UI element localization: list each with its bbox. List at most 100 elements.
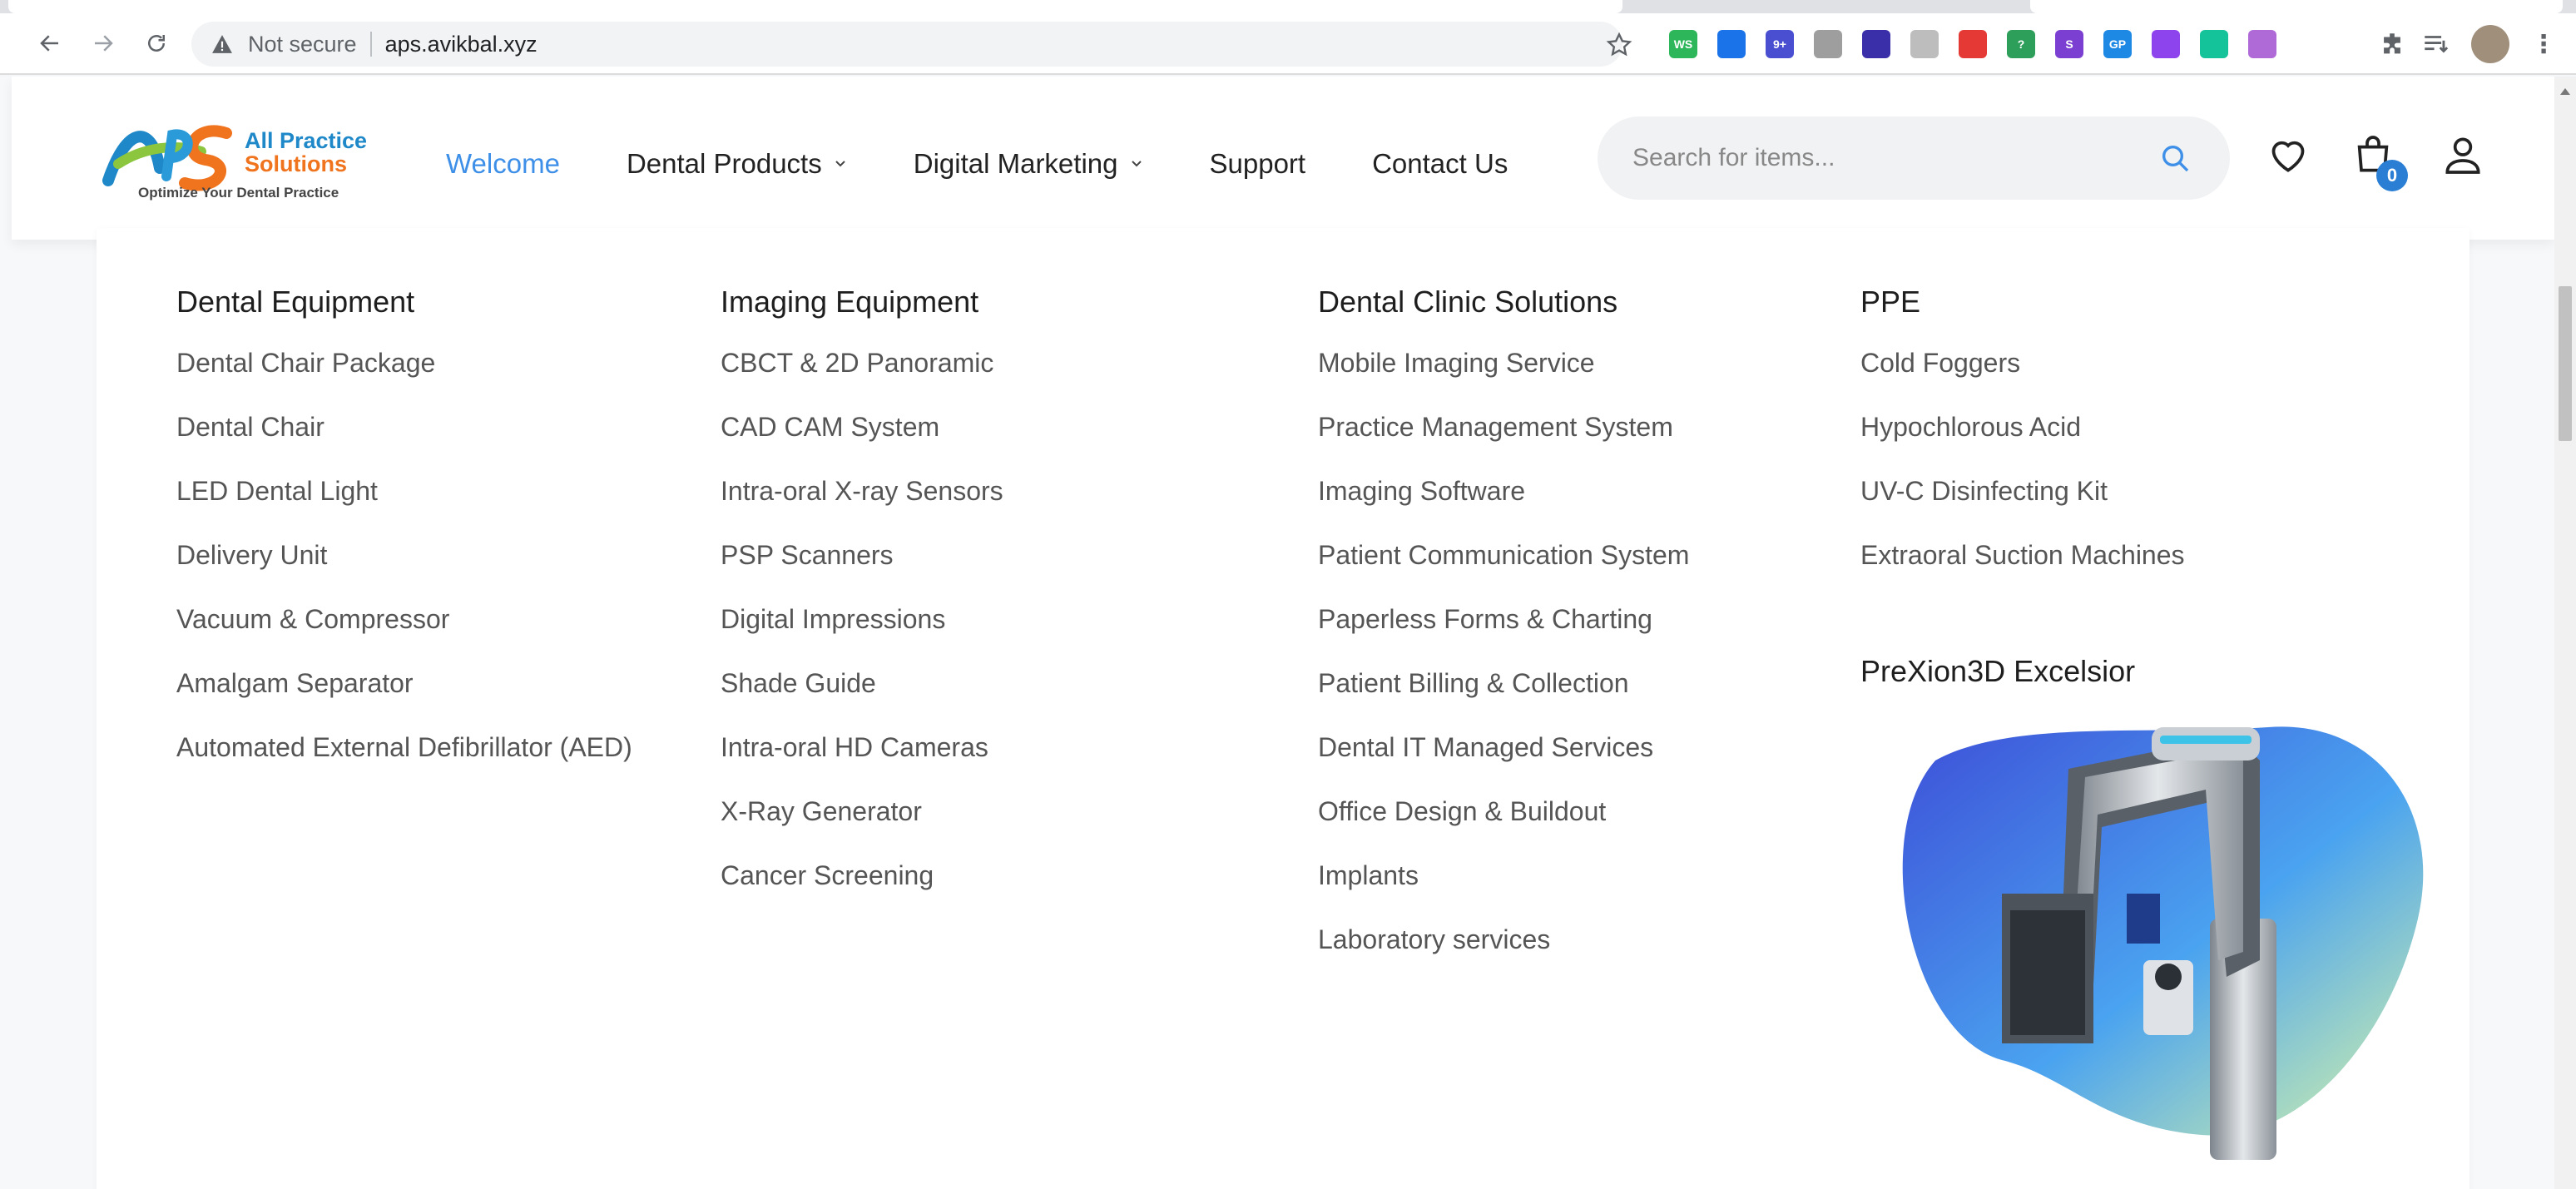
menu-link[interactable]: Dental Chair — [176, 412, 632, 476]
pen-extension-icon[interactable] — [2248, 30, 2276, 58]
menu-column-ppe: PPE Cold Foggers Hypochlorous Acid UV-C Di… — [1860, 285, 2185, 604]
profile-avatar[interactable] — [2471, 25, 2509, 63]
menu-kebab-icon[interactable]: ⋮ — [2529, 30, 2558, 58]
menu-column-title: Dental Clinic Solutions — [1318, 285, 1618, 319]
menu-link-list: Dental Chair Package Dental Chair LED Dent… — [176, 348, 632, 796]
address-bar[interactable]: Not secure aps.avikbal.xyz — [191, 22, 1622, 67]
badge-extension-icon[interactable]: 9+ — [1766, 30, 1794, 58]
menu-link[interactable]: Automated External Defibrillator (AED) — [176, 732, 632, 796]
menu-column-title: PPE — [1860, 285, 1921, 319]
url-text: aps.avikbal.xyz — [384, 31, 537, 57]
menu-link[interactable]: Cancer Screening — [721, 860, 1003, 924]
nav-item-dental-products[interactable]: Dental Products — [627, 148, 847, 180]
grey-extension-icon[interactable] — [1814, 30, 1842, 58]
nav-item-label: Dental Products — [626, 148, 822, 179]
menu-link[interactable]: Delivery Unit — [176, 540, 632, 604]
menu-link[interactable]: Digital Impressions — [721, 604, 1003, 668]
menu-link-list: Cold Foggers Hypochlorous Acid UV-C Disinf… — [1860, 348, 2185, 604]
menu-link[interactable]: Hypochlorous Acid — [1860, 412, 2185, 476]
brand-tagline: Optimize Your Dental Practice — [138, 185, 339, 201]
browser-tab[interactable] — [2030, 0, 2563, 13]
menu-link[interactable]: Dental IT Managed Services — [1318, 732, 1689, 796]
site-header: All Practice Solutions Optimize Your Den… — [12, 77, 2554, 240]
gp-extension-icon[interactable]: GP — [2103, 30, 2132, 58]
s-extension-icon[interactable] — [1862, 30, 1890, 58]
chevron-down-icon — [835, 161, 845, 167]
tab-strip — [0, 0, 2576, 13]
menu-link[interactable]: LED Dental Light — [176, 476, 632, 540]
featured-product-title[interactable]: PreXion3D Excelsior — [1860, 654, 2135, 689]
security-label: Not secure — [248, 31, 357, 57]
extensions-puzzle-icon[interactable] — [2378, 30, 2406, 58]
menu-column-dental-clinic-solutions: Dental Clinic Solutions Mobile Imaging S… — [1318, 285, 1689, 988]
main-navigation: Welcome Dental Products Digital Marketin… — [446, 143, 1574, 185]
page-content: All Practice Solutions Optimize Your Den… — [0, 77, 2576, 1189]
nav-item-support[interactable]: Support — [1210, 148, 1306, 180]
browser-tab[interactable] — [8, 0, 1622, 13]
nav-item-digital-marketing[interactable]: Digital Marketing — [914, 148, 1143, 180]
search-icon[interactable] — [2158, 141, 2192, 175]
menu-link[interactable]: Imaging Software — [1318, 476, 1689, 540]
chevron-down-icon — [1131, 161, 1142, 167]
menu-link[interactable]: Shade Guide — [721, 668, 1003, 732]
page-scrollbar[interactable] — [2554, 77, 2576, 1189]
s-purple-extension-icon[interactable]: S — [2055, 30, 2083, 58]
puzzle-badge-extension-icon[interactable]: ? — [2007, 30, 2035, 58]
menu-link[interactable]: Extraoral Suction Machines — [1860, 540, 2185, 604]
menu-link-list: CBCT & 2D Panoramic CAD CAM System Intra-o… — [721, 348, 1003, 924]
menu-column-title: Imaging Equipment — [721, 285, 979, 319]
grammarly-extension-icon[interactable] — [2200, 30, 2228, 58]
check-extension-icon[interactable] — [1717, 30, 1746, 58]
menu-link[interactable]: Mobile Imaging Service — [1318, 348, 1689, 412]
menu-link[interactable]: Laboratory services — [1318, 924, 1689, 988]
scrollbar-thumb[interactable] — [2559, 286, 2572, 441]
search-input[interactable]: Search for items... — [1632, 144, 1835, 172]
menu-link[interactable]: Intra-oral X-ray Sensors — [721, 476, 1003, 540]
warning-icon — [212, 35, 232, 53]
menu-link[interactable]: Implants — [1318, 860, 1689, 924]
menu-link[interactable]: PSP Scanners — [721, 540, 1003, 604]
cart-count-badge: 0 — [2376, 160, 2408, 191]
menu-link[interactable]: Vacuum & Compressor — [176, 604, 632, 668]
reload-button[interactable] — [138, 25, 175, 62]
menu-link[interactable]: Dental Chair Package — [176, 348, 632, 412]
menu-column-title: Dental Equipment — [176, 285, 415, 319]
arrow-right-icon — [95, 35, 113, 52]
back-button[interactable] — [32, 25, 68, 62]
nav-item-contact-us[interactable]: Contact Us — [1372, 148, 1508, 180]
o-extension-icon[interactable] — [1959, 30, 1987, 58]
bookmark-star-icon[interactable] — [1606, 32, 1632, 58]
forward-button[interactable] — [85, 25, 121, 62]
tick-extension-icon[interactable] — [2152, 30, 2180, 58]
menu-link[interactable]: Intra-oral HD Cameras — [721, 732, 1003, 796]
nav-item-label: Support — [1209, 148, 1306, 179]
menu-link[interactable]: Cold Foggers — [1860, 348, 2185, 412]
browser-chrome: Not secure aps.avikbal.xyz WS 9+? S GP ⋮ — [0, 0, 2576, 75]
menu-link[interactable]: Practice Management System — [1318, 412, 1689, 476]
reload-icon — [148, 35, 165, 52]
menu-link[interactable]: Amalgam Separator — [176, 668, 632, 732]
menu-link[interactable]: Patient Billing & Collection — [1318, 668, 1689, 732]
reading-list-icon[interactable] — [2421, 30, 2450, 58]
wishlist-heart-icon[interactable] — [2265, 131, 2311, 178]
nav-item-welcome[interactable]: Welcome — [446, 148, 560, 180]
nav-item-label: Contact Us — [1372, 148, 1508, 179]
ws-extension-icon[interactable]: WS — [1669, 30, 1697, 58]
arrow-left-icon — [40, 35, 58, 52]
menu-link[interactable]: CBCT & 2D Panoramic — [721, 348, 1003, 412]
brand-name-line1: All Practice — [245, 128, 368, 153]
menu-link[interactable]: X-Ray Generator — [721, 796, 1003, 860]
menu-link[interactable]: Patient Communication System — [1318, 540, 1689, 604]
search-box[interactable]: Search for items... — [1598, 116, 2230, 200]
menu-link[interactable]: Paperless Forms & Charting — [1318, 604, 1689, 668]
scroll-up-arrow-icon[interactable] — [2560, 88, 2570, 95]
site-logo[interactable]: All Practice Solutions Optimize Your Den… — [102, 118, 401, 210]
grey2-extension-icon[interactable] — [1910, 30, 1939, 58]
featured-product-image[interactable] — [1877, 711, 2443, 1160]
account-user-icon[interactable] — [2440, 131, 2486, 178]
menu-link[interactable]: UV-C Disinfecting Kit — [1860, 476, 2185, 540]
dental-products-mega-menu: Dental Equipment Dental Chair Package Den… — [97, 228, 2469, 1189]
menu-column-dental-equipment: Dental Equipment Dental Chair Package Den… — [176, 285, 632, 796]
menu-link[interactable]: Office Design & Buildout — [1318, 796, 1689, 860]
menu-link[interactable]: CAD CAM System — [721, 412, 1003, 476]
